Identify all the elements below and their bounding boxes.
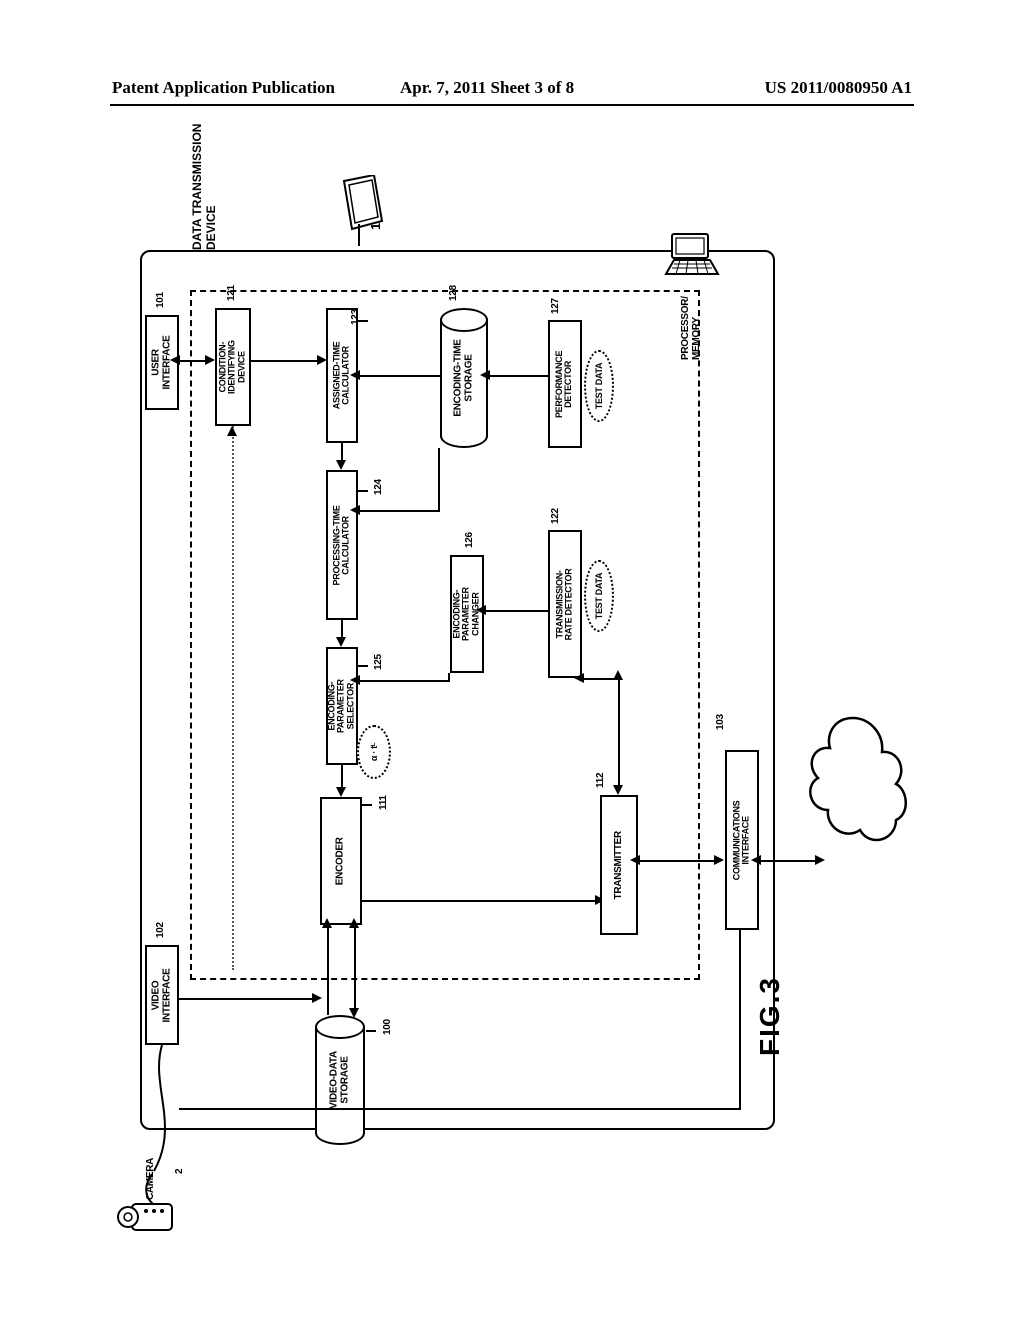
transmitter-block: TRANSMITTER (600, 795, 638, 935)
communications-interface-text: COMMUNICATIONSINTERFACE (733, 800, 752, 880)
header-right: US 2011/0080950 A1 (765, 78, 912, 98)
test-data-ellipse-1: TEST DATA (584, 350, 614, 422)
condition-identifying-block: CONDITION-IDENTIFYINGDEVICE (215, 308, 251, 426)
ref-device: 1 (368, 223, 383, 230)
ref-encoding-time-storage: 128 (448, 285, 459, 301)
header-rule (110, 104, 914, 106)
transmission-rate-block: TRANSMISSION-RATE DETECTOR (548, 530, 582, 678)
ref-encoding-selector: 125 (373, 654, 384, 670)
encoder-block: ENCODER (320, 797, 362, 925)
header-left: Patent Application Publication (112, 78, 335, 98)
camera-icon (112, 1170, 182, 1245)
alpha-t-text: α · tᴸ (369, 743, 379, 761)
ref-transmitter: 112 (595, 773, 606, 788)
encoder-text: ENCODER (336, 837, 347, 885)
ref-processing-time: 124 (373, 479, 384, 495)
performance-detector-text: PERFORMANCEDETECTOR (556, 350, 575, 417)
dotted-line-cond (232, 426, 234, 970)
encoding-selector-text: ENCODING-PARAMETERSELECTOR (328, 679, 356, 733)
test-data-ellipse-2: TEST DATA (584, 560, 614, 632)
ref-video-data-storage: 100 (382, 1019, 393, 1035)
header-center: Apr. 7, 2011 Sheet 3 of 8 (400, 78, 574, 98)
condition-identifying-text: CONDITION-IDENTIFYINGDEVICE (219, 340, 247, 394)
ref-transmission-rate: 122 (550, 508, 561, 524)
ref-encoder: 111 (378, 795, 389, 810)
video-interface-block: VIDEOINTERFACE (145, 945, 179, 1045)
ref-performance-detector: 127 (550, 298, 561, 314)
cloud-icon (798, 708, 908, 863)
ref-encoding-changer: 126 (464, 532, 475, 548)
page: Patent Application Publication Apr. 7, 2… (0, 0, 1024, 1320)
tablet-icon (340, 175, 386, 240)
ref-video-interface: 102 (155, 922, 166, 938)
assigned-time-text: ASSIGNED-TIMECALCULATOR (333, 342, 352, 410)
transmission-rate-text: TRANSMISSION-RATE DETECTOR (556, 568, 575, 640)
camera-cable (140, 1045, 190, 1180)
test-data-text-2: TEST DATA (594, 573, 604, 619)
encoding-time-storage-text: ENCODING-TIMESTORAGE (454, 339, 475, 416)
video-data-storage-text: VIDEO-DATASTORAGE (330, 1051, 351, 1109)
alpha-t-ellipse: α · tᴸ (357, 725, 391, 779)
test-data-text-1: TEST DATA (594, 363, 604, 409)
video-data-storage-block: VIDEO-DATASTORAGE (315, 1015, 365, 1145)
ref-user-interface: 101 (155, 292, 166, 308)
laptop-icon (662, 230, 722, 287)
figure: FIG.3 DATA TRANSMISSIONDEVICE 1 (110, 160, 914, 1220)
arrow-ui-cond (179, 360, 207, 362)
arrow-dotted-up (227, 426, 237, 436)
ref-communications-interface: 103 (715, 714, 726, 730)
video-interface-text: VIDEOINTERFACE (152, 968, 173, 1022)
encoding-selector-block: ENCODING-PARAMETERSELECTOR (326, 647, 358, 765)
transmitter-text: TRANSMITTER (614, 831, 625, 899)
processing-time-text: PROCESSING-TIMECALCULATOR (333, 505, 352, 585)
ref-assigned-time: 123 (350, 309, 361, 325)
leader-device (358, 224, 360, 246)
communications-interface-block: COMMUNICATIONSINTERFACE (725, 750, 759, 930)
performance-detector-block: PERFORMANCEDETECTOR (548, 320, 582, 448)
processing-time-block: PROCESSING-TIMECALCULATOR (326, 470, 358, 620)
ref-condition-identifying: 121 (226, 285, 237, 301)
